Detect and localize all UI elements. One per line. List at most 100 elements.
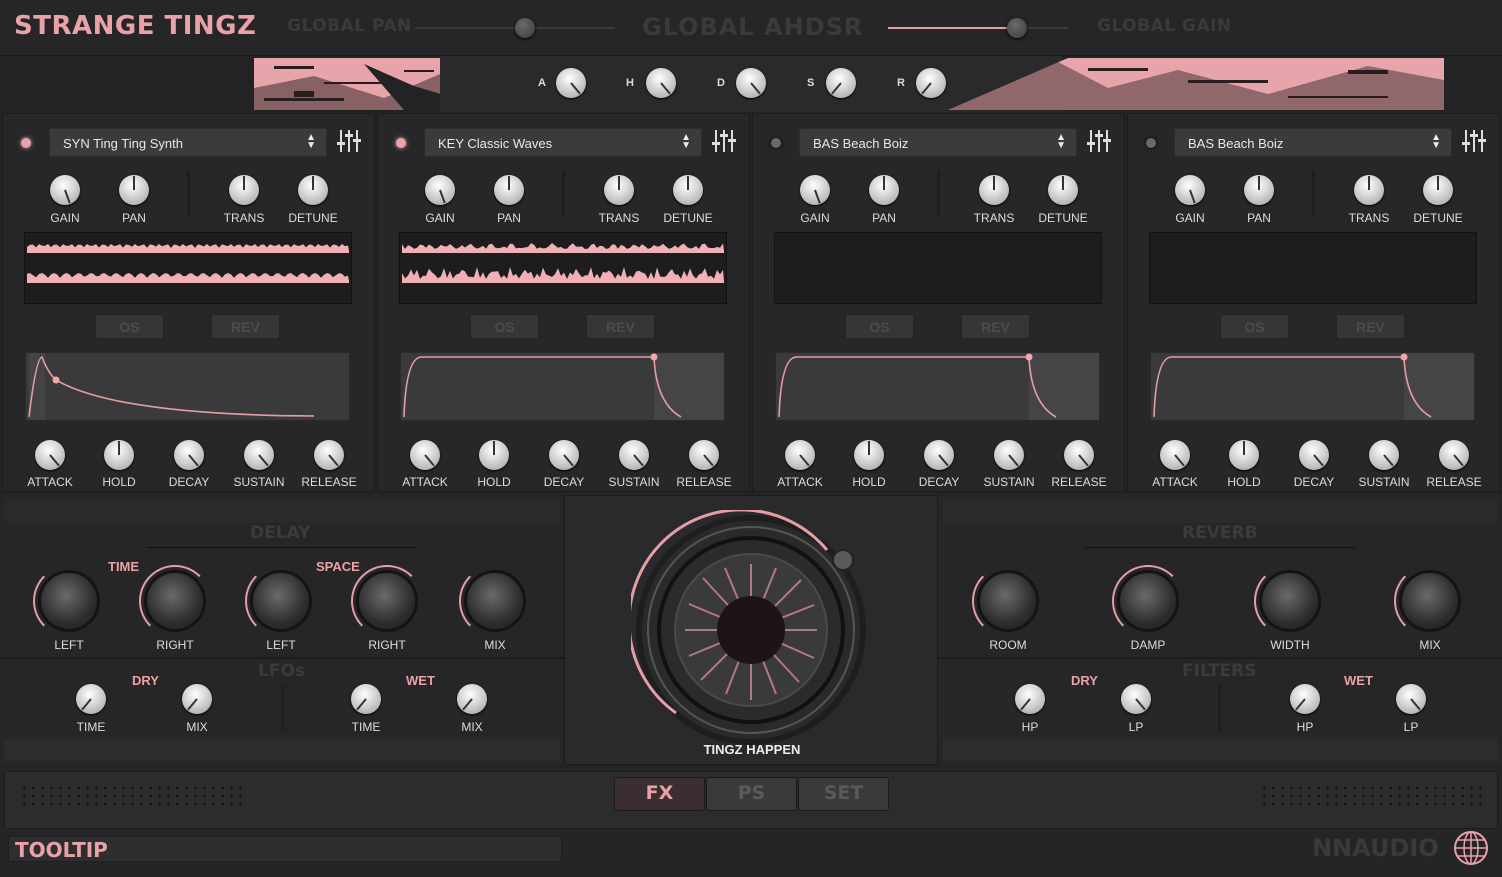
detune-knob[interactable] (1423, 175, 1453, 205)
hold-knob[interactable] (479, 440, 509, 470)
detune-knob[interactable] (673, 175, 703, 205)
sustain-label: SUSTAIN (233, 475, 285, 489)
trans-knob[interactable] (604, 175, 634, 205)
ahdsr-h-knob[interactable] (646, 68, 676, 98)
release-knob[interactable] (689, 440, 719, 470)
sustain-knob[interactable] (619, 440, 649, 470)
detune-knob[interactable] (298, 175, 328, 205)
envelope-handle[interactable] (650, 353, 658, 361)
ahdsr-s-label: S (807, 77, 815, 89)
envelope-display[interactable] (1150, 352, 1475, 421)
global-pan-thumb[interactable] (515, 18, 535, 38)
pan-knob[interactable] (494, 175, 524, 205)
attack-knob[interactable] (785, 440, 815, 470)
layer-power-led[interactable] (1146, 138, 1156, 148)
decay-knob[interactable] (924, 440, 954, 470)
filter-dry-hp-knob[interactable] (1015, 684, 1045, 714)
hold-knob[interactable] (1229, 440, 1259, 470)
sustain-knob[interactable] (1369, 440, 1399, 470)
envelope-display[interactable] (775, 352, 1100, 421)
attack-knob[interactable] (1160, 440, 1190, 470)
lfo-wet-mix-knob[interactable] (457, 684, 487, 714)
layer-power-led[interactable] (21, 138, 31, 148)
lfo-wet-time-knob[interactable] (351, 684, 381, 714)
os-button[interactable]: OS (1220, 314, 1289, 339)
release-knob[interactable] (1064, 440, 1094, 470)
envelope-handle[interactable] (1400, 353, 1408, 361)
preset-selector[interactable]: KEY Classic Waves ▲ ▼ (424, 128, 702, 157)
preset-selector[interactable]: BAS Beach Boiz ▲ ▼ (1174, 128, 1452, 157)
envelope-curve (1153, 353, 1474, 420)
detune-knob[interactable] (1048, 175, 1078, 205)
macro-knob[interactable] (631, 510, 871, 750)
attack-knob[interactable] (410, 440, 440, 470)
os-button[interactable]: OS (470, 314, 539, 339)
envelope-handle[interactable] (1025, 353, 1033, 361)
reverb-mix-label: MIX (1419, 638, 1441, 652)
rev-button[interactable]: REV (961, 314, 1030, 339)
reverb-damp-knob[interactable] (1117, 570, 1179, 632)
gain-knob[interactable] (425, 175, 455, 205)
trans-knob[interactable] (979, 175, 1009, 205)
delay-space-left-knob[interactable] (250, 570, 312, 632)
ahdsr-a-knob[interactable] (556, 68, 586, 98)
sustain-knob[interactable] (244, 440, 274, 470)
rev-button[interactable]: REV (211, 314, 280, 339)
reverb-width-knob[interactable] (1259, 570, 1321, 632)
gain-knob[interactable] (1175, 175, 1205, 205)
envelope-display[interactable] (25, 352, 350, 421)
layer-power-led[interactable] (771, 138, 781, 148)
trans-knob[interactable] (1354, 175, 1384, 205)
preset-selector[interactable]: SYN Ting Ting Synth ▲ ▼ (49, 128, 327, 157)
preset-selector[interactable]: BAS Beach Boiz ▲ ▼ (799, 128, 1077, 157)
attack-knob[interactable] (35, 440, 65, 470)
global-gain-thumb[interactable] (1007, 18, 1027, 38)
decay-knob[interactable] (174, 440, 204, 470)
release-knob[interactable] (314, 440, 344, 470)
envelope-display[interactable] (400, 352, 725, 421)
os-button[interactable]: OS (95, 314, 164, 339)
layer-panel-1: SYN Ting Ting Synth ▲ ▼ GAIN PAN TRANS DETUNE O… (2, 113, 375, 492)
pan-knob[interactable] (119, 175, 149, 205)
filter-wet-hp-knob[interactable] (1290, 684, 1320, 714)
filter-wet-lp-knob[interactable] (1396, 684, 1426, 714)
ahdsr-s-knob[interactable] (826, 68, 856, 98)
envelope-handle[interactable] (52, 376, 60, 384)
pan-knob[interactable] (869, 175, 899, 205)
ahdsr-d-knob[interactable] (736, 68, 766, 98)
os-button[interactable]: OS (845, 314, 914, 339)
mixer-sliders-icon[interactable] (1087, 128, 1111, 160)
hold-knob[interactable] (854, 440, 884, 470)
rev-button[interactable]: REV (586, 314, 655, 339)
lfo-dry-mix-knob[interactable] (182, 684, 212, 714)
mixer-sliders-icon[interactable] (337, 128, 361, 160)
mixer-sliders-icon[interactable] (712, 128, 736, 160)
reverb-room-knob[interactable] (977, 570, 1039, 632)
decay-knob[interactable] (549, 440, 579, 470)
mixer-sliders-icon[interactable] (1462, 128, 1486, 160)
tab-set[interactable]: SET (798, 777, 889, 811)
delay-mix-knob[interactable] (464, 570, 526, 632)
gain-knob[interactable] (50, 175, 80, 205)
trans-knob[interactable] (229, 175, 259, 205)
pan-knob[interactable] (1244, 175, 1274, 205)
globe-icon[interactable] (1453, 830, 1489, 866)
hold-label: HOLD (477, 475, 511, 489)
hold-knob[interactable] (104, 440, 134, 470)
pan-label: PAN (872, 211, 896, 225)
delay-space-right-knob[interactable] (356, 570, 418, 632)
tab-fx[interactable]: FX (614, 777, 705, 811)
reverb-mix-knob[interactable] (1399, 570, 1461, 632)
ahdsr-r-knob[interactable] (916, 68, 946, 98)
decay-knob[interactable] (1299, 440, 1329, 470)
gain-knob[interactable] (800, 175, 830, 205)
lfo-dry-time-knob[interactable] (76, 684, 106, 714)
release-knob[interactable] (1439, 440, 1469, 470)
delay-time-left-knob[interactable] (38, 570, 100, 632)
rev-button[interactable]: REV (1336, 314, 1405, 339)
sustain-knob[interactable] (994, 440, 1024, 470)
tab-ps[interactable]: PS (706, 777, 797, 811)
delay-time-right-knob[interactable] (144, 570, 206, 632)
layer-power-led[interactable] (396, 138, 406, 148)
filter-dry-lp-knob[interactable] (1121, 684, 1151, 714)
